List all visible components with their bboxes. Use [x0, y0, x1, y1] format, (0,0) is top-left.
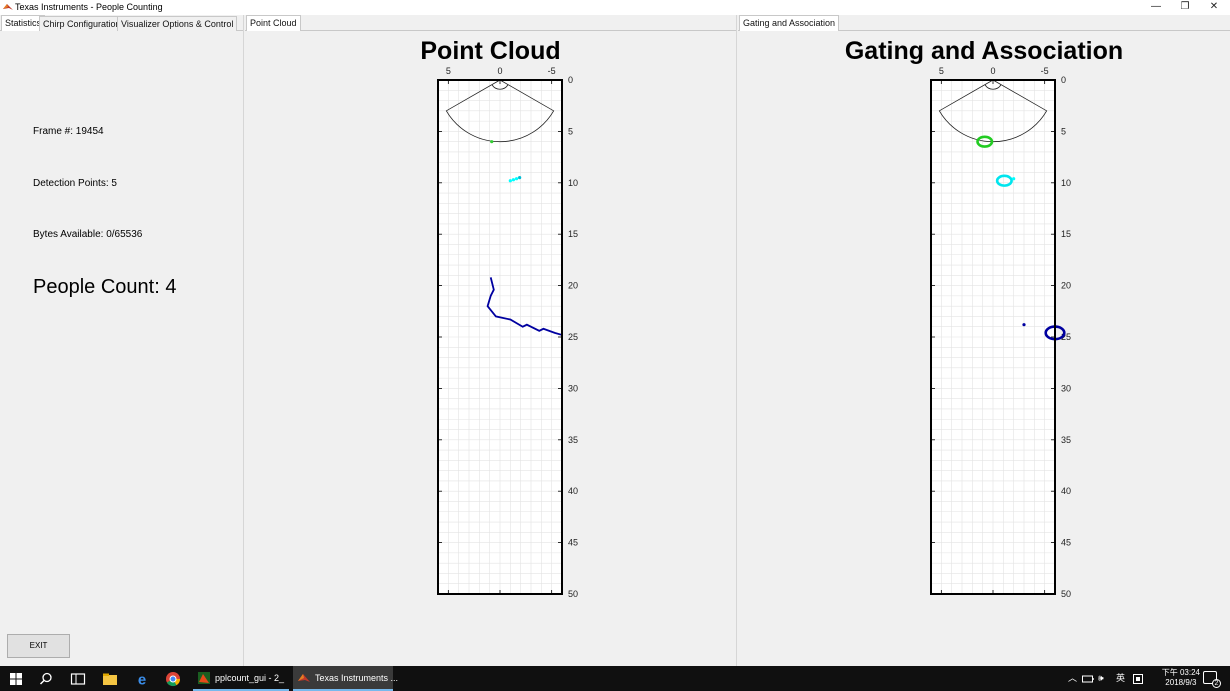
y-tick-label: 45: [1061, 538, 1071, 548]
file-explorer-icon[interactable]: [101, 670, 119, 688]
chevron-up-icon[interactable]: ︿: [1068, 666, 1077, 691]
y-tick-label: 40: [568, 486, 578, 496]
data-point: [514, 177, 519, 181]
svg-text:e: e: [138, 672, 146, 689]
taskbar: e pplcount_gui - 2_ Texas Instruments ..…: [0, 666, 1230, 691]
clock-date: 2018/9/3: [1165, 678, 1197, 687]
point-cloud-panel: Point Cloud Point Cloud 5 0 -5 0 5 10 15 20 25 30…: [245, 15, 737, 666]
ime-language[interactable]: 英: [1116, 666, 1125, 691]
data-point: [518, 176, 522, 180]
frame-number: Frame #: 19454: [33, 126, 104, 137]
tab-chirp-configuration[interactable]: Chirp Configuration: [39, 16, 125, 31]
close-button[interactable]: ✕: [1199, 0, 1229, 15]
y-tick-label: 40: [1061, 486, 1071, 496]
y-tick-label: 20: [1061, 281, 1071, 291]
left-tab-row: Statistics Chirp Configuration Visualize…: [0, 15, 243, 31]
exit-button[interactable]: EXIT: [7, 634, 70, 658]
x-tick-label: 0: [990, 66, 995, 76]
y-tick-label: 35: [568, 435, 578, 445]
restore-button[interactable]: ❐: [1170, 0, 1200, 15]
y-tick-label: 5: [568, 126, 573, 136]
point-cloud-plot[interactable]: 5 0 -505101520253035404550: [245, 15, 737, 666]
windows-start-icon[interactable]: [7, 670, 25, 688]
y-tick-label: 35: [1061, 435, 1071, 445]
y-tick-label: 15: [568, 229, 578, 239]
y-tick-label: 45: [568, 538, 578, 548]
minimize-button[interactable]: —: [1141, 0, 1171, 15]
clock[interactable]: 下午 03:24 2018/9/3: [1162, 668, 1200, 688]
data-point: [508, 179, 512, 183]
y-tick-label: 10: [1061, 178, 1071, 188]
window-title: Texas Instruments - People Counting: [15, 2, 163, 12]
x-tick-label: 5: [446, 66, 451, 76]
y-tick-label: 15: [1061, 229, 1071, 239]
y-tick-label: 0: [568, 75, 573, 85]
taskbar-app-texas-instruments[interactable]: Texas Instruments ...: [293, 666, 398, 691]
people-count: People Count: 4: [33, 276, 177, 298]
y-tick-label: 30: [1061, 383, 1071, 393]
left-panel: Statistics Chirp Configuration Visualize…: [0, 15, 244, 666]
x-tick-label: 5: [939, 66, 944, 76]
chrome-icon[interactable]: [164, 670, 182, 688]
notification-center-icon[interactable]: 2: [1203, 671, 1221, 688]
taskbar-app-label: pplcount_gui - 2_: [215, 673, 285, 683]
gating-plot[interactable]: 5 0 -505101520253035404550: [738, 15, 1230, 666]
data-point: [1022, 323, 1026, 327]
input-method-icon[interactable]: [1133, 674, 1143, 684]
y-tick-label: 20: [568, 281, 578, 291]
y-tick-label: 5: [1061, 126, 1066, 136]
y-tick-label: 50: [1061, 589, 1071, 599]
y-tick-label: 0: [1061, 75, 1066, 85]
matlab-app-icon: [298, 674, 310, 682]
x-tick-label: -5: [548, 66, 556, 76]
notification-count: 2: [1212, 679, 1221, 688]
data-point: [511, 178, 516, 182]
task-view-icon[interactable]: [69, 670, 87, 688]
clock-time: 下午 03:24: [1161, 668, 1200, 677]
x-tick-label: -5: [1041, 66, 1049, 76]
y-tick-label: 50: [568, 589, 578, 599]
tab-visualizer-options[interactable]: Visualizer Options & Control: [117, 16, 238, 31]
data-point: [490, 140, 494, 144]
taskbar-app-label: Texas Instruments ...: [315, 673, 399, 683]
matlab-icon: [3, 4, 13, 10]
network-icon[interactable]: [1082, 674, 1094, 684]
bytes-available: Bytes Available: 0/65536: [33, 229, 143, 240]
app-window: Texas Instruments - People Counting — ❐ …: [0, 0, 1230, 691]
y-tick-label: 25: [568, 332, 578, 342]
y-tick-label: 30: [568, 383, 578, 393]
matlab-app-icon: [198, 672, 210, 684]
detection-points: Detection Points: 5: [33, 178, 117, 189]
edge-browser-icon[interactable]: e: [133, 670, 151, 689]
volume-icon[interactable]: 🕪: [1098, 666, 1104, 691]
y-tick-label: 10: [568, 178, 578, 188]
gating-panel: Gating and Association Gating and Associ…: [738, 15, 1230, 666]
search-icon[interactable]: [37, 670, 55, 688]
title-bar: Texas Instruments - People Counting — ❐ …: [0, 0, 1230, 15]
data-point: [1012, 177, 1016, 181]
taskbar-app-pplcount[interactable]: pplcount_gui - 2_: [193, 666, 289, 691]
x-tick-label: 0: [497, 66, 502, 76]
